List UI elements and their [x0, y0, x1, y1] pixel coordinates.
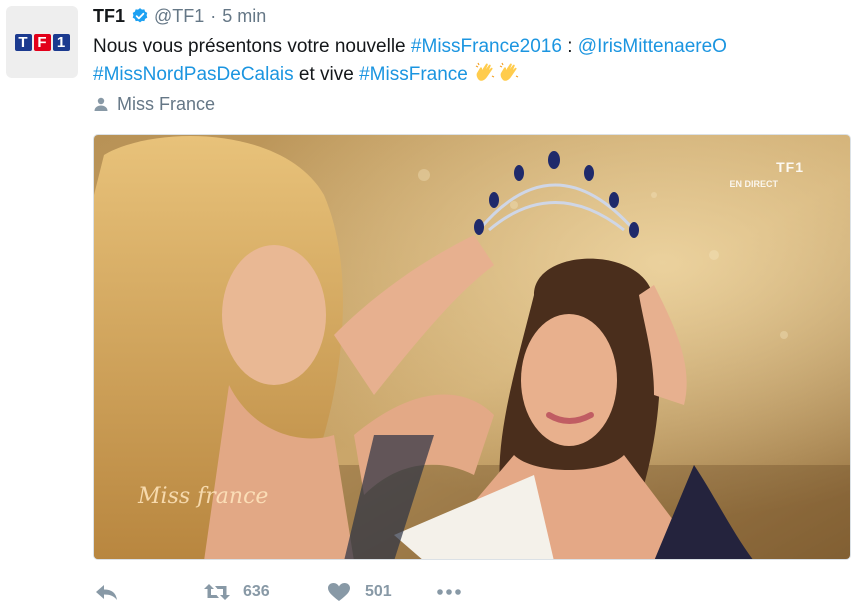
- place-tag[interactable]: Miss France: [93, 93, 215, 115]
- channel-logo-overlay: TF1: [776, 159, 804, 175]
- verified-badge-icon: [132, 8, 148, 23]
- place-name: Miss France: [117, 93, 216, 114]
- clapping-hands-icon: [499, 62, 519, 81]
- reply-button[interactable]: [93, 580, 203, 604]
- show-logo-overlay: Miss france: [138, 484, 269, 509]
- tweet-text-part: Nous vous présentons votre nouvelle: [93, 36, 411, 57]
- author-handle[interactable]: @TF1: [154, 6, 204, 27]
- tf1-logo-letter: 1: [52, 33, 70, 51]
- more-options-button[interactable]: [435, 580, 463, 604]
- hashtag-link[interactable]: #MissFrance2016: [411, 36, 562, 57]
- tf1-logo-letter: F: [33, 33, 51, 51]
- like-count: 501: [365, 583, 392, 600]
- heart-icon: [328, 583, 350, 601]
- person-place-icon: [94, 97, 108, 111]
- tf1-logo: T F 1: [14, 33, 70, 51]
- tweet-text: Nous vous présentons votre nouvelle #Mis…: [93, 33, 843, 88]
- retweet-icon: [204, 584, 230, 600]
- retweet-button[interactable]: 636: [203, 580, 325, 604]
- retweet-count: 636: [243, 583, 270, 600]
- hashtag-link[interactable]: #MissNordPasDeCalais: [93, 64, 294, 85]
- reply-icon: [96, 585, 117, 600]
- clapping-hands-icon: [475, 62, 495, 81]
- tweet-timestamp[interactable]: 5 min: [222, 6, 266, 27]
- tweet-text-part: :: [561, 36, 578, 57]
- like-button[interactable]: 501: [325, 580, 435, 604]
- live-label-overlay: EN DIRECT: [729, 179, 778, 189]
- author-name[interactable]: TF1: [93, 6, 125, 27]
- tweet-header: TF1 @TF1 · 5 min: [93, 5, 266, 27]
- separator-dot: ·: [210, 5, 217, 26]
- tweet-actions: 636 501: [93, 578, 463, 606]
- tweet-media-photo[interactable]: TF1 EN DIRECT Miss france: [93, 134, 851, 560]
- profile-avatar[interactable]: T F 1: [6, 6, 78, 78]
- tweet-text-part: et vive: [293, 64, 360, 85]
- mention-link[interactable]: @IrisMittenaereO: [578, 36, 727, 57]
- more-dots-icon: [437, 589, 461, 595]
- tf1-logo-letter: T: [14, 33, 32, 51]
- hashtag-link[interactable]: #MissFrance: [359, 64, 468, 85]
